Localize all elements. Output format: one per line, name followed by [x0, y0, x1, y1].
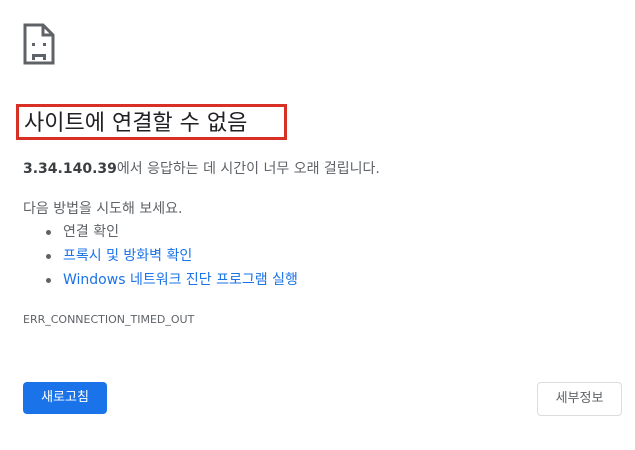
sad-page-icon	[23, 23, 55, 65]
bullet-icon	[46, 230, 51, 235]
suggestions-heading: 다음 방법을 시도해 보세요.	[23, 201, 183, 217]
list-item: 연결 확인	[23, 222, 298, 246]
list-item: Windows 네트워크 진단 프로그램 실행	[23, 270, 298, 294]
reload-button[interactable]: 새로고침	[23, 382, 107, 414]
bullet-icon	[46, 254, 51, 259]
details-button[interactable]: 세부정보	[537, 382, 622, 416]
bullet-icon	[46, 278, 51, 283]
suggestion-run-diagnostics-link[interactable]: Windows 네트워크 진단 프로그램 실행	[63, 272, 298, 288]
error-summary: 3.34.140.39에서 응답하는 데 시간이 너무 오래 걸립니다.	[23, 159, 380, 179]
error-code: ERR_CONNECTION_TIMED_OUT	[23, 313, 195, 326]
page-title: 사이트에 연결할 수 없음	[24, 111, 248, 136]
suggestion-check-connection: 연결 확인	[63, 224, 119, 240]
host-address: 3.34.140.39	[23, 161, 117, 177]
list-item: 프록시 및 방화벽 확인	[23, 246, 298, 270]
suggestions-list: 연결 확인 프록시 및 방화벽 확인 Windows 네트워크 진단 프로그램 …	[23, 222, 298, 294]
suggestion-check-proxy-link[interactable]: 프록시 및 방화벽 확인	[63, 248, 192, 264]
summary-text: 에서 응답하는 데 시간이 너무 오래 걸립니다.	[116, 161, 380, 177]
error-page: 사이트에 연결할 수 없음 3.34.140.39에서 응답하는 데 시간이 너…	[0, 0, 635, 450]
